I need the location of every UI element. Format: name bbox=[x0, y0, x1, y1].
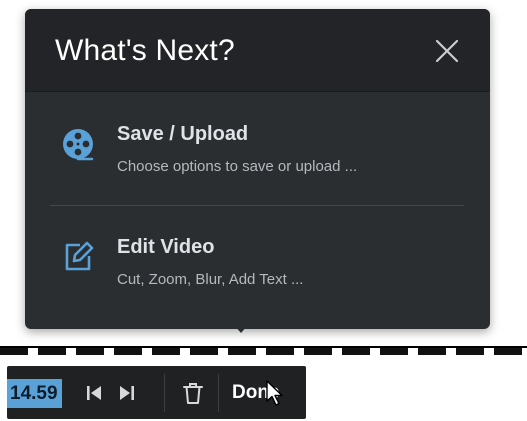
playback-toolbar: 14.59 Done bbox=[7, 366, 306, 419]
time-field[interactable]: 14.59 bbox=[7, 379, 62, 408]
mouse-pointer-icon bbox=[266, 380, 283, 406]
toolbar-separator bbox=[164, 374, 165, 412]
timeline-track[interactable] bbox=[0, 346, 527, 355]
save-upload-title: Save / Upload bbox=[117, 123, 249, 145]
save-upload-description: Choose options to save or upload ... bbox=[117, 158, 358, 175]
whats-next-popup: What's Next? Save / Upload Choose option… bbox=[25, 9, 490, 329]
popup-pointer bbox=[229, 319, 253, 333]
delete-button[interactable] bbox=[180, 380, 206, 406]
trash-icon bbox=[183, 383, 203, 404]
skip-to-end-icon bbox=[120, 386, 134, 400]
edit-video-description: Cut, Zoom, Blur, Add Text ... bbox=[117, 271, 304, 288]
toolbar-separator bbox=[218, 374, 219, 412]
popup-title: What's Next? bbox=[55, 34, 235, 67]
film-reel-icon bbox=[63, 129, 94, 161]
edit-icon bbox=[65, 241, 94, 271]
skip-to-start-button[interactable] bbox=[81, 380, 107, 406]
skip-to-start-icon bbox=[87, 386, 101, 400]
popup-header: What's Next? bbox=[25, 9, 490, 92]
close-icon bbox=[435, 39, 459, 63]
option-divider bbox=[50, 205, 464, 206]
skip-to-end-button[interactable] bbox=[114, 380, 140, 406]
edit-video-title: Edit Video bbox=[117, 236, 215, 258]
close-button[interactable] bbox=[434, 38, 460, 64]
edit-video-option[interactable]: Edit Video Cut, Zoom, Blur, Add Text ... bbox=[61, 236, 461, 296]
save-upload-option[interactable]: Save / Upload Choose options to save or … bbox=[61, 123, 461, 183]
